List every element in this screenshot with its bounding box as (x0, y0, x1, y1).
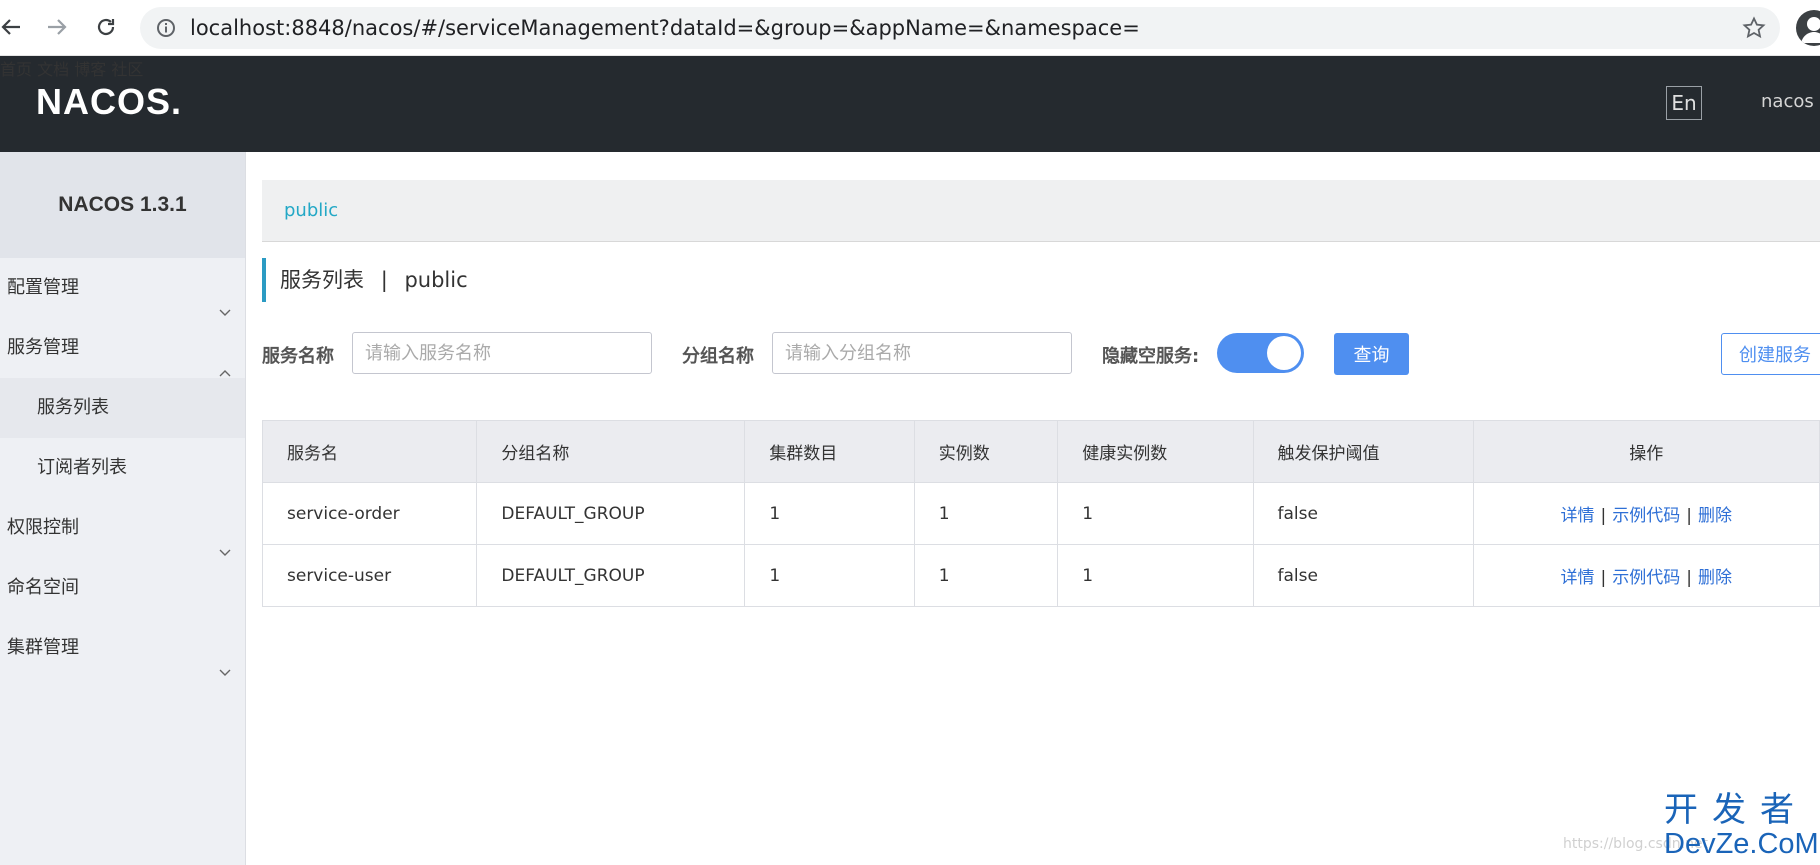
action-separator: | (1601, 506, 1607, 526)
column-header-cluster-count: 集群数目 (745, 421, 914, 483)
cell-group-name: DEFAULT_GROUP (477, 545, 745, 607)
sidebar-item-access-control[interactable]: 权限控制 (0, 498, 245, 558)
table-row: service-user DEFAULT_GROUP 1 1 1 false 详… (263, 545, 1820, 607)
language-switch-button[interactable]: En (1666, 86, 1702, 120)
nav-blog[interactable]: 博客 (74, 60, 106, 79)
service-name-label: 服务名称 (262, 342, 334, 368)
chevron-up-icon (219, 342, 231, 402)
hide-empty-service-label: 隐藏空服务: (1102, 342, 1199, 368)
sidebar-item-label: 命名空间 (7, 577, 79, 598)
cell-service-name: service-order (263, 483, 477, 545)
sidebar-item-label: 配置管理 (7, 277, 79, 298)
browser-toolbar: localhost:8848/nacos/#/serviceManagement… (0, 0, 1820, 56)
forward-arrow-icon[interactable] (42, 12, 72, 42)
sidebar-item-namespace[interactable]: 命名空间 (0, 558, 245, 618)
cell-actions: 详情|示例代码|删除 (1473, 545, 1819, 607)
namespace-public-link[interactable]: public (284, 200, 338, 221)
sidebar-item-cluster-management[interactable]: 集群管理 (0, 618, 245, 678)
page-title-text: 服务列表 (280, 268, 364, 292)
sidebar-item-service-management[interactable]: 服务管理 (0, 318, 245, 378)
group-name-label: 分组名称 (682, 342, 754, 368)
sidebar-item-label: 服务管理 (7, 337, 79, 358)
action-separator: | (1686, 506, 1692, 526)
cell-protect-threshold: false (1253, 545, 1473, 607)
sidebar-item-config-management[interactable]: 配置管理 (0, 258, 245, 318)
table-row: service-order DEFAULT_GROUP 1 1 1 false … (263, 483, 1820, 545)
sidebar: NACOS 1.3.1 配置管理 服务管理 服务列表 订阅者列表 权限控制 命名… (0, 152, 246, 865)
sidebar-item-label: 集群管理 (7, 637, 79, 658)
service-name-input[interactable] (352, 332, 652, 374)
nav-community[interactable]: 社区 (111, 60, 143, 79)
profile-avatar-icon[interactable] (1796, 10, 1820, 46)
nacos-logo[interactable]: NACOS. (36, 82, 186, 126)
cell-service-name: service-user (263, 545, 477, 607)
cell-healthy-count: 1 (1058, 545, 1253, 607)
sidebar-item-service-list[interactable]: 服务列表 (0, 378, 245, 438)
watermark-line1: 开发者 (1664, 792, 1814, 828)
user-menu[interactable]: nacos (1761, 91, 1814, 112)
cell-instance-count: 1 (914, 545, 1058, 607)
namespace-bar: public (262, 180, 1820, 242)
chevron-down-icon (219, 642, 231, 702)
column-header-instance-count: 实例数 (914, 421, 1058, 483)
column-header-healthy-count: 健康实例数 (1058, 421, 1253, 483)
top-header: NACOS. 首页 文档 博客 社区 En nacos (0, 56, 1820, 152)
table-header-row: 服务名 分组名称 集群数目 实例数 健康实例数 触发保护阈值 操作 (263, 421, 1820, 483)
page-title-namespace: public (404, 268, 467, 292)
create-service-button[interactable]: 创建服务 (1721, 333, 1820, 375)
info-icon[interactable] (156, 18, 176, 42)
column-header-actions: 操作 (1473, 421, 1819, 483)
details-link[interactable]: 详情 (1561, 568, 1595, 588)
sample-code-link[interactable]: 示例代码 (1612, 568, 1680, 588)
cell-healthy-count: 1 (1058, 483, 1253, 545)
query-button[interactable]: 查询 (1334, 333, 1409, 375)
logo-text: NACOS. (36, 82, 182, 122)
action-separator: | (1601, 568, 1607, 588)
title-separator: | (381, 268, 388, 292)
cell-actions: 详情|示例代码|删除 (1473, 483, 1819, 545)
sidebar-brand: NACOS 1.3.1 (0, 152, 245, 258)
delete-link[interactable]: 删除 (1698, 568, 1732, 588)
address-bar[interactable]: localhost:8848/nacos/#/serviceManagement… (140, 7, 1780, 49)
url-text[interactable]: localhost:8848/nacos/#/serviceManagement… (190, 7, 1140, 49)
cell-group-name: DEFAULT_GROUP (477, 483, 745, 545)
back-arrow-icon[interactable] (0, 12, 26, 42)
action-separator: | (1686, 568, 1692, 588)
sidebar-item-label: 权限控制 (7, 517, 79, 538)
toggle-knob (1267, 336, 1301, 370)
nav-home[interactable]: 首页 (0, 60, 32, 79)
column-header-protect-threshold: 触发保护阈值 (1253, 421, 1473, 483)
sample-code-link[interactable]: 示例代码 (1612, 506, 1680, 526)
cell-instance-count: 1 (914, 483, 1058, 545)
hide-empty-service-toggle[interactable] (1217, 333, 1304, 373)
sidebar-item-subscriber-list[interactable]: 订阅者列表 (0, 438, 245, 498)
cell-cluster-count: 1 (745, 483, 914, 545)
bookmark-star-icon[interactable] (1742, 16, 1766, 44)
column-header-service-name: 服务名 (263, 421, 477, 483)
cell-cluster-count: 1 (745, 545, 914, 607)
service-table: 服务名 分组名称 集群数目 实例数 健康实例数 触发保护阈值 操作 servic… (262, 420, 1820, 607)
cell-protect-threshold: false (1253, 483, 1473, 545)
page-title: 服务列表 | public (262, 258, 468, 302)
watermark-line2: DevZe.CoM (1664, 828, 1814, 860)
group-name-input[interactable] (772, 332, 1072, 374)
column-header-group-name: 分组名称 (477, 421, 745, 483)
delete-link[interactable]: 删除 (1698, 506, 1732, 526)
details-link[interactable]: 详情 (1561, 506, 1595, 526)
watermark-logo: 开发者 DevZe.CoM (1664, 792, 1814, 860)
nav-docs[interactable]: 文档 (37, 60, 69, 79)
reload-icon[interactable] (91, 12, 121, 42)
